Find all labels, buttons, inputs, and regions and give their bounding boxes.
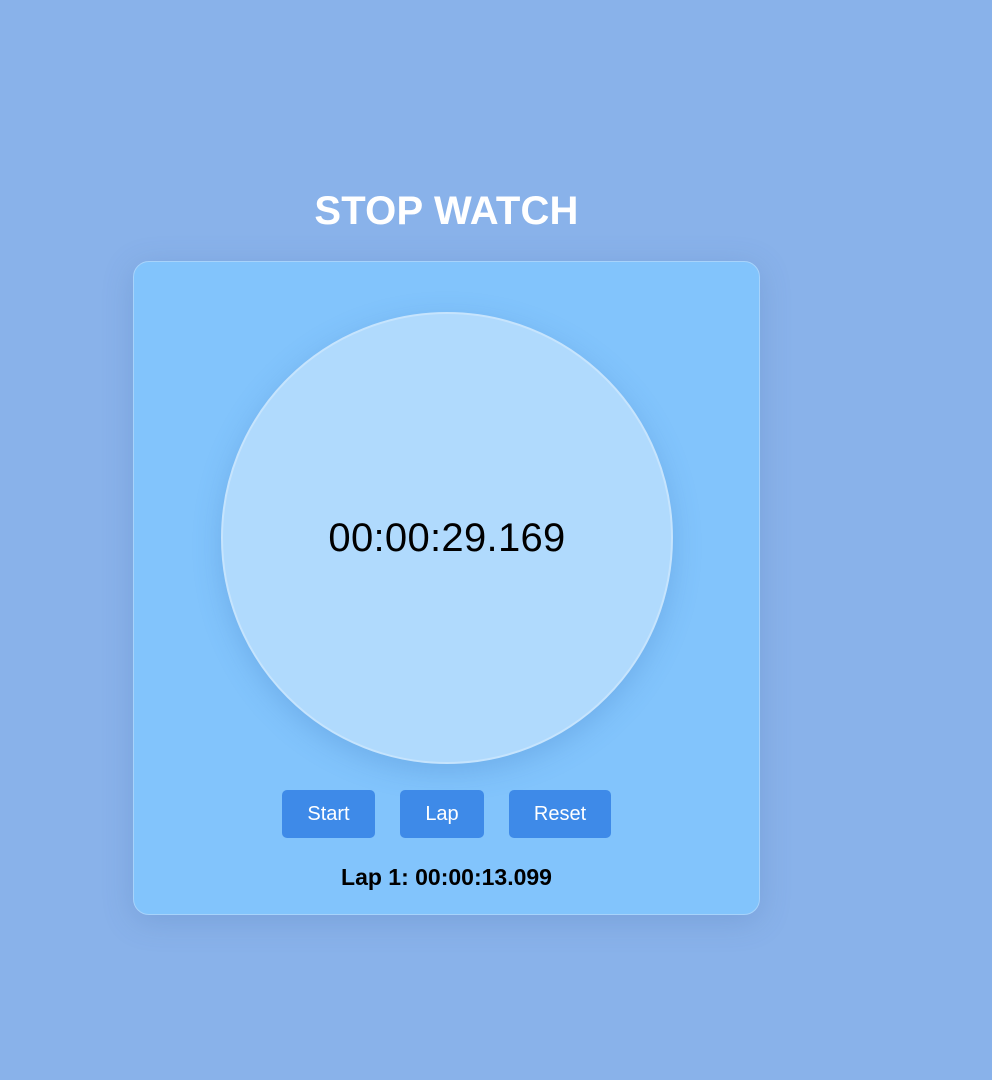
time-display: 00:00:29.169 (328, 515, 566, 560)
controls-bar: Start Lap Reset (134, 790, 759, 838)
page-title: STOP WATCH (314, 189, 579, 233)
lap-item: Lap 1: 00:00:13.099 (341, 864, 552, 890)
lap-button[interactable]: Lap (400, 790, 484, 838)
reset-button[interactable]: Reset (509, 790, 611, 838)
stopwatch-dial: 00:00:29.169 (221, 312, 673, 764)
start-button[interactable]: Start (282, 790, 375, 838)
stopwatch-card: 00:00:29.169 Start Lap Reset Lap 1: 00:0… (133, 261, 760, 915)
lap-list: Lap 1: 00:00:13.099 (134, 862, 759, 892)
